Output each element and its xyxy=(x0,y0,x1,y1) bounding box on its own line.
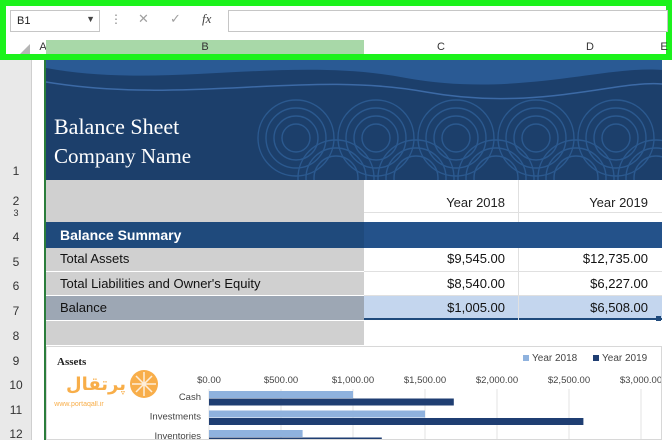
fill-handle[interactable] xyxy=(656,316,661,321)
legend-swatch-1 xyxy=(523,355,529,361)
row-header-2[interactable]: 2 xyxy=(0,194,32,208)
chart-x-axis: $0.00 $500.00 $1,000.00 $1,500.00 $2,000.00 $… xyxy=(197,375,661,386)
year-2018-header[interactable]: Year 2018 xyxy=(400,195,505,210)
legend-swatch-2 xyxy=(593,355,599,361)
x-tick-label: $1,000.00 xyxy=(332,375,374,386)
row-header-6[interactable]: 6 xyxy=(0,279,32,293)
x-tick-label: $0.00 xyxy=(197,375,221,386)
row-header-3[interactable]: 3 xyxy=(0,208,32,218)
x-tick-label: $1,500.00 xyxy=(404,375,446,386)
bar-inventories-2 xyxy=(209,437,382,439)
column-header-e[interactable]: E xyxy=(660,40,668,54)
insert-function-icon[interactable]: fx xyxy=(202,11,211,27)
chevron-down-icon[interactable]: ▼ xyxy=(86,14,95,24)
bar-investments-1 xyxy=(209,410,425,418)
row-header-7[interactable]: 7 xyxy=(0,304,32,318)
row-divider xyxy=(364,271,662,272)
cancel-icon[interactable]: ✕ xyxy=(138,11,149,27)
banner-subtitle: Company Name xyxy=(54,144,192,168)
bar-inventories-1 xyxy=(209,430,303,437)
row-divider xyxy=(364,212,662,213)
category-label: Inventories xyxy=(155,431,202,439)
banner-header-image[interactable]: Balance Sheet Company Name xyxy=(46,60,662,180)
cell-b8[interactable] xyxy=(46,321,364,345)
total-assets-label: Total Assets xyxy=(60,251,130,266)
row-header-12[interactable]: 12 xyxy=(0,427,32,440)
total-liabilities-2018[interactable]: $8,540.00 xyxy=(400,276,505,291)
row-header-1[interactable]: 1 xyxy=(0,164,32,178)
more-options-icon[interactable]: ⋮ xyxy=(110,12,122,26)
x-tick-label: $500.00 xyxy=(264,375,298,386)
cell-b2[interactable] xyxy=(46,180,364,222)
balance-2019[interactable]: $6,508.00 xyxy=(530,300,648,315)
portaqall-watermark: پرتقال www.portaqall.ir xyxy=(4,362,164,412)
row-header-5[interactable]: 5 xyxy=(0,255,32,269)
col-divider xyxy=(518,180,519,222)
category-label: Cash xyxy=(179,392,201,403)
year-2019-header[interactable]: Year 2019 xyxy=(540,195,648,210)
category-label: Investments xyxy=(150,412,201,423)
legend-label-1: Year 2018 xyxy=(532,353,578,364)
spreadsheet-app: Balance Sheet Company Name 1 2 3 4 5 6 7… xyxy=(0,0,672,440)
column-header-d[interactable]: D xyxy=(518,40,662,54)
total-assets-2018[interactable]: $9,545.00 xyxy=(400,251,505,266)
balance-label: Balance xyxy=(60,300,107,315)
enter-icon[interactable]: ✓ xyxy=(170,11,181,27)
bar-cash-1 xyxy=(209,391,353,398)
x-tick-label: $3,000.00 xyxy=(620,375,661,386)
row-header-4[interactable]: 4 xyxy=(0,230,32,244)
balance-summary-title: Balance Summary xyxy=(60,227,182,243)
chart-bars xyxy=(209,391,584,439)
name-box-value: B1 xyxy=(17,15,31,27)
x-tick-label: $2,000.00 xyxy=(476,375,518,386)
bar-cash-2 xyxy=(209,398,454,406)
balance-2018[interactable]: $1,005.00 xyxy=(400,300,505,315)
total-liabilities-label: Total Liabilities and Owner's Equity xyxy=(60,276,261,291)
banner-scale-pattern xyxy=(257,99,662,180)
name-box[interactable]: B1 ▼ xyxy=(10,10,100,32)
formula-bar-highlight: B1 ▼ ⋮ ✕ ✓ fx A B C D E xyxy=(0,0,672,60)
bar-investments-2 xyxy=(209,418,584,425)
column-header-c[interactable]: C xyxy=(364,40,518,54)
column-header-b[interactable]: B xyxy=(46,40,364,54)
watermark-url: www.portaqall.ir xyxy=(53,401,104,408)
balance-summary-header[interactable]: Balance Summary xyxy=(46,222,662,248)
select-all-corner[interactable] xyxy=(20,44,30,54)
legend-label-2: Year 2019 xyxy=(602,353,648,364)
row-divider xyxy=(364,295,662,296)
chart-legend: Year 2018 Year 2019 xyxy=(523,353,648,364)
total-liabilities-2019[interactable]: $6,227.00 xyxy=(530,276,648,291)
x-tick-label: $2,500.00 xyxy=(548,375,590,386)
formula-input[interactable] xyxy=(228,10,668,32)
banner-title: Balance Sheet xyxy=(54,114,180,139)
balance-summary-header-right xyxy=(364,222,662,248)
row-header-8[interactable]: 8 xyxy=(0,329,32,343)
total-assets-2019[interactable]: $12,735.00 xyxy=(530,251,648,266)
watermark-brand: پرتقال xyxy=(66,374,126,395)
col-divider xyxy=(518,248,519,320)
